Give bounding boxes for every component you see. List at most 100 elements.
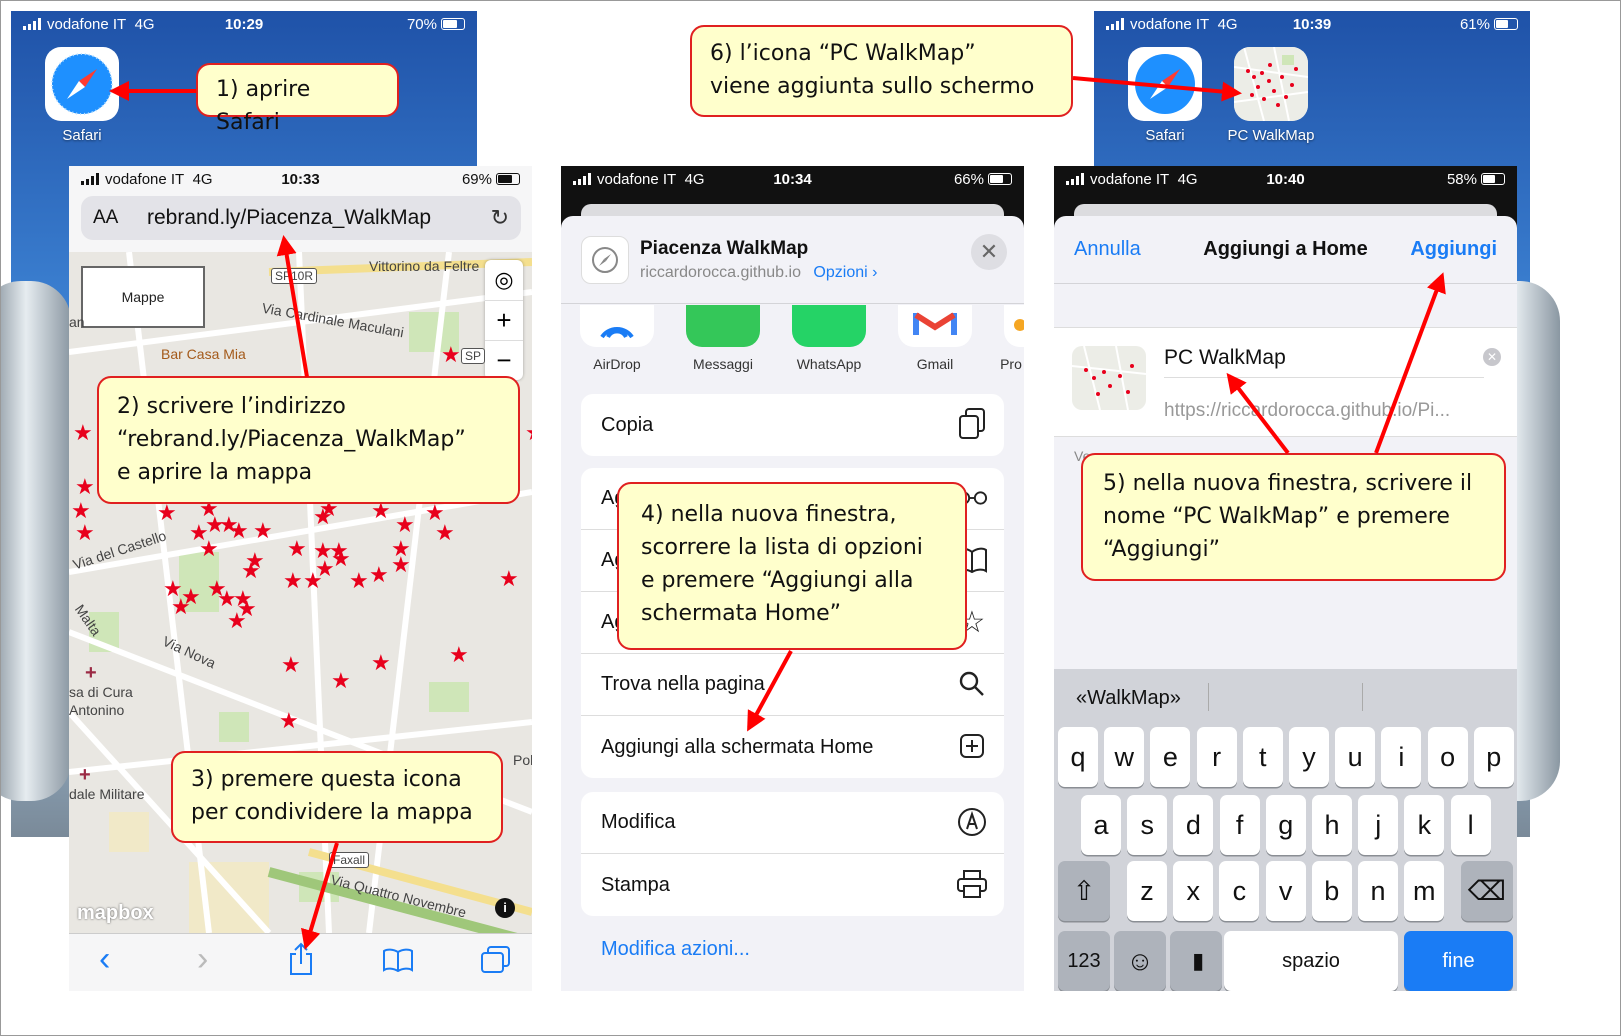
key-t[interactable]: t xyxy=(1242,727,1283,787)
map-marker-star[interactable]: ★ xyxy=(73,422,93,444)
key-i[interactable]: i xyxy=(1381,727,1422,787)
map-marker-star[interactable]: ★ xyxy=(283,570,303,592)
key-w[interactable]: w xyxy=(1104,727,1145,787)
map-marker-star[interactable]: ★ xyxy=(279,710,299,732)
map-marker-star[interactable]: ★ xyxy=(441,344,461,366)
backspace-icon[interactable]: ⌫ xyxy=(1461,861,1513,921)
battery-icon xyxy=(1494,18,1518,30)
map-marker-star[interactable]: ★ xyxy=(281,654,301,676)
safari-screen: vodafone IT 4G 10:33 69% AA rebrand.ly/P… xyxy=(69,166,532,991)
edit-actions-link[interactable]: Modifica azioni... xyxy=(601,938,750,961)
suggestion-item[interactable]: «WalkMap» xyxy=(1076,687,1181,710)
map-marker-star[interactable]: ★ xyxy=(199,538,219,560)
street-label: an xyxy=(69,314,85,330)
map-marker-star[interactable]: ★ xyxy=(71,500,91,522)
key-s[interactable]: s xyxy=(1127,795,1168,855)
tabs-icon[interactable] xyxy=(481,946,511,979)
map-marker-star[interactable]: ★ xyxy=(369,564,389,586)
map-marker-star[interactable]: ★ xyxy=(331,670,351,692)
airdrop-icon[interactable] xyxy=(580,305,654,347)
map-marker-star[interactable]: ★ xyxy=(253,520,273,542)
address-bar[interactable]: AA rebrand.ly/Piacenza_WalkMap ↻ xyxy=(81,196,521,240)
back-icon[interactable]: ‹ xyxy=(99,940,110,979)
map-marker-star[interactable]: ★ xyxy=(395,514,415,536)
map-marker-star[interactable]: ★ xyxy=(237,598,257,620)
status-bar: vodafone IT 4G 10:40 58% xyxy=(1054,166,1517,192)
clear-text-icon[interactable]: ✕ xyxy=(1483,348,1501,366)
reader-aa-button[interactable]: AA xyxy=(93,207,133,229)
done-key[interactable]: fine xyxy=(1404,931,1513,991)
key-d[interactable]: d xyxy=(1173,795,1214,855)
action-copy[interactable]: Copia xyxy=(581,394,1004,456)
geolocate-icon[interactable]: ◎ xyxy=(485,260,523,300)
name-field[interactable] xyxy=(1164,338,1484,378)
safari-compass-icon[interactable] xyxy=(1128,47,1202,121)
key-q[interactable]: q xyxy=(1058,727,1098,787)
key-e[interactable]: e xyxy=(1150,727,1191,787)
share-icon[interactable] xyxy=(287,942,315,981)
key-a[interactable]: a xyxy=(1081,795,1121,855)
reload-icon[interactable]: ↻ xyxy=(491,205,509,231)
map-marker-star[interactable]: ★ xyxy=(241,560,261,582)
key-n[interactable]: n xyxy=(1358,861,1398,921)
map-marker-star[interactable]: ★ xyxy=(435,522,455,544)
info-icon[interactable]: i xyxy=(495,898,515,918)
key-u[interactable]: u xyxy=(1335,727,1376,787)
shift-icon[interactable]: ⇧ xyxy=(1058,861,1110,921)
key-g[interactable]: g xyxy=(1265,795,1306,855)
key-z[interactable]: z xyxy=(1127,861,1167,921)
key-p[interactable]: p xyxy=(1473,727,1514,787)
key-r[interactable]: r xyxy=(1196,727,1237,787)
action-print[interactable]: Stampa xyxy=(581,854,1004,916)
messages-icon[interactable] xyxy=(686,305,760,347)
emoji-icon[interactable]: ☺ xyxy=(1114,931,1166,991)
options-link[interactable]: Opzioni › xyxy=(813,264,877,281)
url-text[interactable]: rebrand.ly/Piacenza_WalkMap xyxy=(147,206,431,230)
space-key[interactable]: spazio xyxy=(1224,931,1398,991)
map-marker-star[interactable]: ★ xyxy=(229,520,249,542)
map-marker-star[interactable]: ★ xyxy=(157,502,177,524)
map-marker-star[interactable]: ★ xyxy=(75,522,95,544)
map-marker-star[interactable]: ★ xyxy=(525,422,532,444)
key-j[interactable]: j xyxy=(1358,795,1399,855)
map-marker-star[interactable]: ★ xyxy=(499,568,519,590)
map-marker-star[interactable]: ★ xyxy=(181,586,201,608)
add-button[interactable]: Aggiungi xyxy=(1410,238,1497,261)
map-marker-star[interactable]: ★ xyxy=(315,558,335,580)
forward-icon[interactable]: › xyxy=(197,940,208,979)
action-find-in-page[interactable]: Trova nella pagina xyxy=(581,654,1004,716)
map-marker-star[interactable]: ★ xyxy=(75,476,95,498)
close-icon[interactable]: ✕ xyxy=(971,234,1007,270)
app-label-walkmap: PC WalkMap xyxy=(1227,127,1315,144)
map-layer-button[interactable]: Mappe xyxy=(81,266,205,328)
map-marker-star[interactable]: ★ xyxy=(391,554,411,576)
map-marker-star[interactable]: ★ xyxy=(313,506,333,528)
map-marker-star[interactable]: ★ xyxy=(349,570,369,592)
whatsapp-icon[interactable] xyxy=(792,305,866,347)
map-marker-star[interactable]: ★ xyxy=(371,652,391,674)
zoom-in-button[interactable]: + xyxy=(485,300,523,340)
key-l[interactable]: l xyxy=(1450,795,1491,855)
key-v[interactable]: v xyxy=(1265,861,1306,921)
numbers-key[interactable]: 123 xyxy=(1058,931,1110,991)
walkmap-thumbnail-icon[interactable] xyxy=(1234,47,1308,121)
key-y[interactable]: y xyxy=(1289,727,1329,787)
app-icon[interactable] xyxy=(1004,305,1024,347)
key-x[interactable]: x xyxy=(1173,861,1214,921)
map-marker-star[interactable]: ★ xyxy=(449,644,469,666)
key-f[interactable]: f xyxy=(1219,795,1260,855)
action-markup[interactable]: Modifica xyxy=(581,792,1004,854)
key-b[interactable]: b xyxy=(1311,861,1352,921)
key-o[interactable]: o xyxy=(1427,727,1468,787)
gmail-icon[interactable] xyxy=(898,305,972,347)
key-h[interactable]: h xyxy=(1312,795,1352,855)
action-add-to-home[interactable]: Aggiungi alla schermata Home xyxy=(581,716,1004,778)
safari-compass-icon[interactable] xyxy=(45,47,119,121)
key-k[interactable]: k xyxy=(1404,795,1445,855)
key-m[interactable]: m xyxy=(1404,861,1445,921)
key-c[interactable]: c xyxy=(1219,861,1260,921)
bookmarks-icon[interactable] xyxy=(383,948,413,977)
zoom-out-button[interactable]: − xyxy=(485,340,523,380)
map-marker-star[interactable]: ★ xyxy=(287,538,307,560)
microphone-icon[interactable]: ▮ xyxy=(1170,931,1222,991)
